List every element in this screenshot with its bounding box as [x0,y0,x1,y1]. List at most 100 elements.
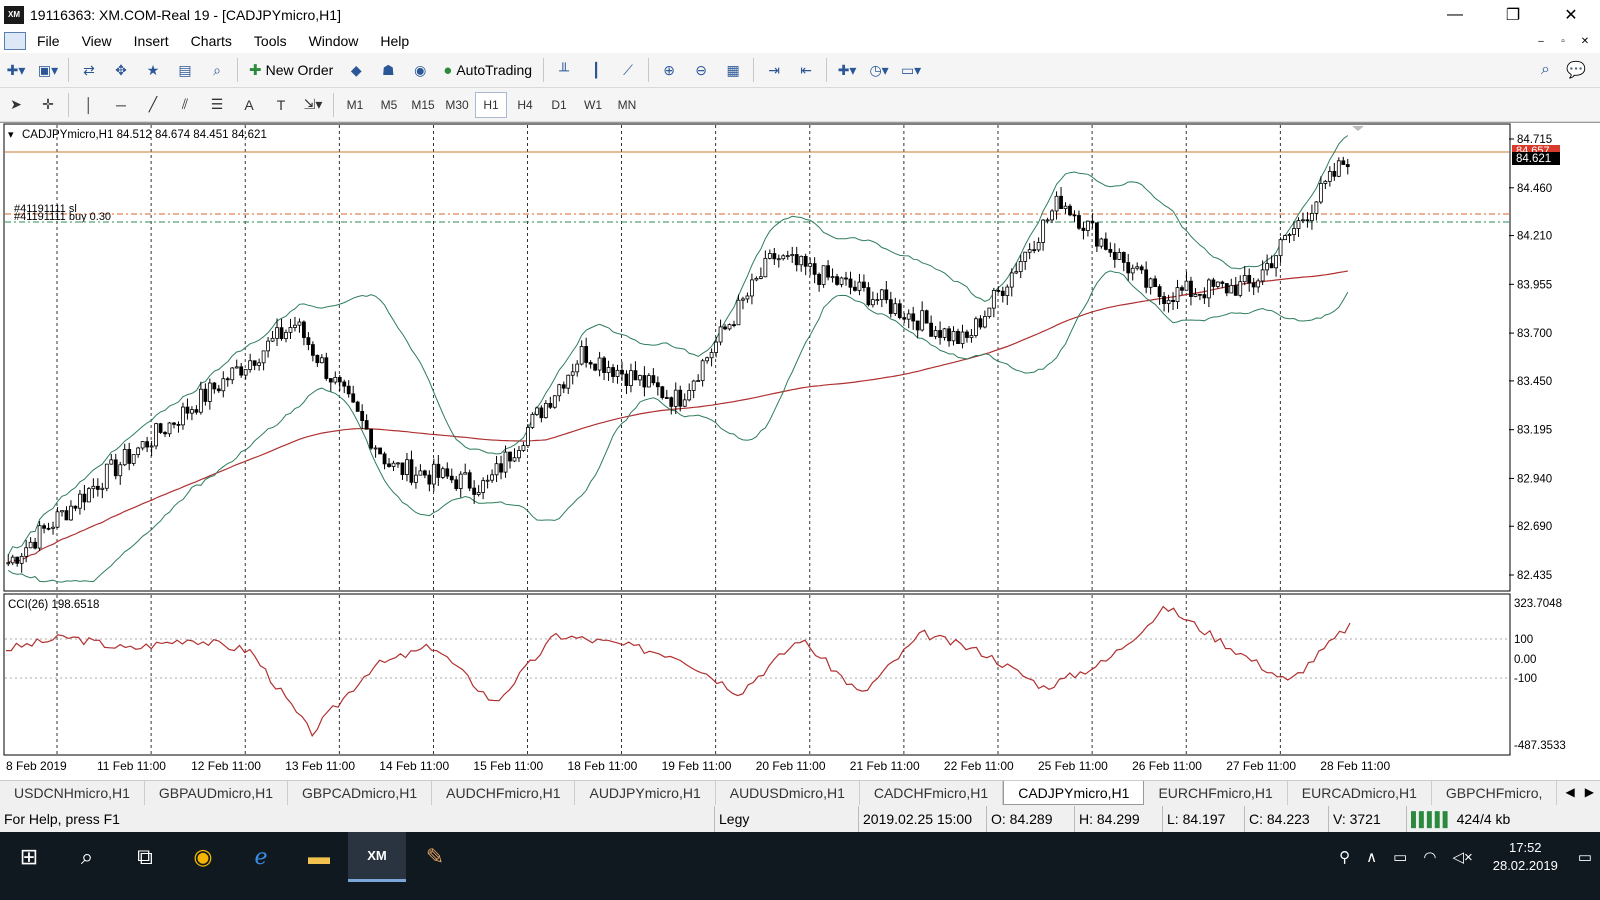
tab-audchfmicro[interactable]: AUDCHFmicro,H1 [432,781,576,805]
timeframe-m1[interactable]: M1 [339,92,371,118]
terminal-icon[interactable]: ▤ [172,57,198,83]
tab-audusdmicro[interactable]: AUDUSDmicro,H1 [716,781,860,805]
auto-scroll-icon[interactable]: ⇥ [761,57,787,83]
new-order-button[interactable]: ✚ New Order [245,57,337,83]
candle-body [1229,285,1234,294]
menu-insert[interactable]: Insert [123,33,180,49]
periods-icon[interactable]: ◷▾ [866,57,892,83]
arrows-icon[interactable]: ⇲▾ [300,92,326,118]
candle-body [333,376,338,383]
menu-help[interactable]: Help [369,33,420,49]
timeframe-h4[interactable]: H4 [509,92,541,118]
metaeditor-icon[interactable]: ◆ [343,57,369,83]
windows-start-icon[interactable]: ⊞ [0,832,58,882]
tab-cadchfmicro[interactable]: CADCHFmicro,H1 [860,781,1004,805]
vertical-line-icon[interactable]: │ [76,92,102,118]
tab-audjpymicro[interactable]: AUDJPYmicro,H1 [575,781,716,805]
candle-body [772,253,777,260]
close-button[interactable]: ✕ [1542,0,1600,29]
buy-order-label[interactable]: #41191111 buy 0.30 [14,211,111,223]
chart-header-arrow[interactable]: ▾ [8,129,14,141]
horizontal-line-icon[interactable]: ─ [108,92,134,118]
wifi-icon[interactable]: ◠ [1423,848,1436,866]
candle-body [906,313,911,320]
candle-body [1130,267,1135,274]
tab-scroll-right-icon[interactable]: ▶ [1585,785,1594,799]
timeframe-m30[interactable]: M30 [441,92,473,118]
chart-shift-marker[interactable] [1352,126,1364,131]
taskbar-clock[interactable]: 17:52 28.02.2019 [1493,839,1558,875]
search-icon[interactable]: ⌕ [58,832,116,882]
crosshair-icon[interactable]: ✛ [35,92,61,118]
menu-charts[interactable]: Charts [180,33,243,49]
tile-windows-icon[interactable]: ▦ [720,57,746,83]
notifications-icon[interactable]: ▭ [1578,848,1592,866]
document-icon[interactable] [4,32,26,50]
edge-icon[interactable]: ℯ [232,832,290,882]
chat-icon[interactable]: 💬 [1566,60,1586,80]
trendline-icon[interactable]: ╱ [140,92,166,118]
chart-shift-icon[interactable]: ⇤ [793,57,819,83]
maximize-button[interactable]: ❐ [1484,0,1542,29]
tab-gbpchfmicro[interactable]: GBPCHFmicro, [1432,781,1558,805]
timeframe-m15[interactable]: M15 [407,92,439,118]
volume-icon[interactable]: ◁× [1452,848,1472,866]
templates-icon[interactable]: ▭▾ [898,57,924,83]
xm-terminal-icon[interactable]: XM [348,832,406,882]
signals-icon[interactable]: ☗ [375,57,401,83]
status-profile[interactable]: Legy [714,806,858,832]
zoom-in-icon[interactable]: ⊕ [656,57,682,83]
zoom-out-icon[interactable]: ⊖ [688,57,714,83]
price-chart[interactable]: 84.71584.46084.21083.95583.70083.45083.1… [0,123,1600,781]
tab-gbpaudmicro[interactable]: GBPAUDmicro,H1 [145,781,288,805]
paint-icon[interactable]: ✎ [406,832,464,882]
chart-window[interactable]: 84.715 84.460 84.210 83.955 83.700 83.450 83.1… [0,122,1600,780]
mdi-minimize-button[interactable]: – [1532,33,1550,49]
line-chart-icon[interactable]: ⟋ [615,57,641,83]
candlestick-icon[interactable]: ┃ [583,57,609,83]
timeframe-w1[interactable]: W1 [577,92,609,118]
navigator-icon[interactable]: ★ [140,57,166,83]
cursor-icon[interactable]: ➤ [3,92,29,118]
timeframe-d1[interactable]: D1 [543,92,575,118]
battery-icon[interactable]: ▭ [1393,848,1407,866]
text-icon[interactable]: A [236,92,262,118]
profiles-icon[interactable]: ▣▾ [35,57,61,83]
mdi-close-button[interactable]: ✕ [1576,33,1594,49]
bar-chart-icon[interactable]: ╨ [551,57,577,83]
data-window-icon[interactable]: ✥ [108,57,134,83]
mdi-restore-button[interactable]: ▫ [1554,33,1572,49]
candle-body [293,324,297,328]
menu-tools[interactable]: Tools [243,33,298,49]
tab-eurcadmicro[interactable]: EURCADmicro,H1 [1288,781,1432,805]
autotrading-button[interactable]: ● AutoTrading [439,57,536,83]
equidistant-channel-icon[interactable]: ⫽ [172,92,198,118]
menu-view[interactable]: View [71,33,123,49]
chrome-icon[interactable]: ◉ [174,832,232,882]
indicators-icon[interactable]: ✚▾ [834,57,860,83]
timeframe-m5[interactable]: M5 [373,92,405,118]
search-icon[interactable]: ⌕ [1541,61,1550,79]
tab-usdcnhmicro[interactable]: USDCNHmicro,H1 [0,781,145,805]
menu-window[interactable]: Window [298,33,370,49]
tab-scroll-left-icon[interactable]: ◀ [1566,785,1575,799]
tab-cadjpymicro[interactable]: CADJPYmicro,H1 [1003,781,1145,805]
market-icon[interactable]: ◉ [407,57,433,83]
people-icon[interactable]: ⚲ [1339,848,1350,866]
tab-gbpcadmicro[interactable]: GBPCADmicro,H1 [288,781,433,805]
file-explorer-icon[interactable]: ▬ [290,832,348,882]
minimize-button[interactable]: — [1426,0,1484,29]
tray-chevron-icon[interactable]: ∧ [1366,848,1377,866]
status-connection[interactable]: ▌▌▌▌▌ 424/4 kb [1406,806,1526,832]
timeframe-mn[interactable]: MN [611,92,643,118]
timeframe-h1[interactable]: H1 [475,91,507,118]
fibonacci-icon[interactable]: ☰ [204,92,230,118]
market-watch-icon[interactable]: ⇄ [76,57,102,83]
new-chart-icon[interactable]: ✚▾ [3,57,29,83]
tab-eurchfmicro[interactable]: EURCHFmicro,H1 [1144,781,1288,805]
menu-file[interactable]: File [26,33,71,49]
strategy-tester-icon[interactable]: ⌕ [204,57,230,83]
chart-header: CADJPYmicro,H1 84.512 84.674 84.451 84.6… [22,129,267,141]
task-view-icon[interactable]: ⧉ [116,832,174,882]
text-label-icon[interactable]: T [268,92,294,118]
